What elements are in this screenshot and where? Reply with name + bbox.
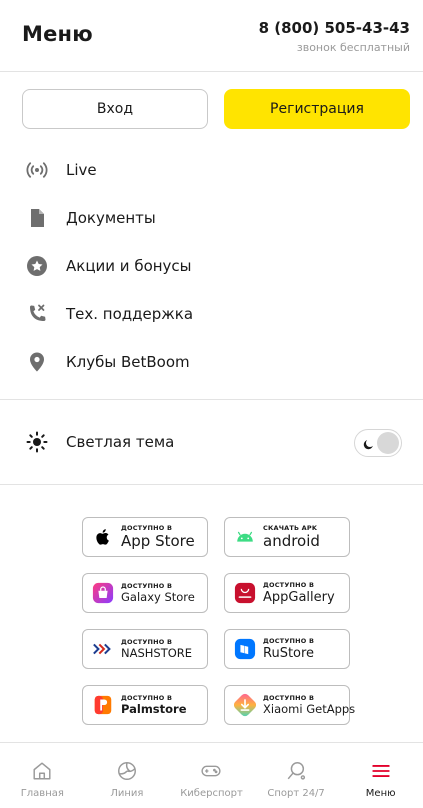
store-caption: ДОСТУПНО В — [263, 694, 315, 702]
rustore-icon — [234, 638, 256, 660]
nav-label: Главная — [20, 788, 64, 799]
store-caption: ДОСТУПНО В — [121, 524, 173, 533]
star-badge-icon — [25, 254, 49, 278]
menu-list: Live Документы Акции и бонусы Тех. подде… — [0, 146, 423, 386]
location-pin-icon — [25, 350, 49, 374]
menu-item-live[interactable]: Live — [0, 146, 423, 194]
menu-item-label: Акции и бонусы — [66, 257, 192, 275]
palmstore-badge[interactable]: ДОСТУПНО В Palmstore — [82, 685, 208, 725]
store-caption: ДОСТУПНО В — [121, 638, 173, 646]
store-name: Palmstore — [121, 701, 187, 716]
live-broadcast-icon — [25, 158, 49, 182]
xiaomi-getapps-badge[interactable]: ДОСТУПНО В Xiaomi GetApps — [224, 685, 355, 725]
store-caption: СКАЧАТЬ APK — [263, 524, 318, 533]
store-name: AppGallery — [263, 589, 335, 605]
menu-item-label: Тех. поддержка — [66, 305, 194, 323]
store-name: RuStore — [263, 645, 315, 661]
store-caption: ДОСТУПНО В — [121, 582, 173, 590]
divider — [0, 484, 423, 485]
home-icon — [31, 760, 53, 782]
store-name: App Store — [121, 531, 195, 550]
palmstore-icon — [92, 694, 114, 716]
menu-item-label: Документы — [66, 209, 156, 227]
register-button[interactable]: Регистрация — [224, 89, 410, 129]
galaxy-store-icon — [92, 582, 114, 604]
divider — [0, 399, 423, 400]
rustore-badge[interactable]: ДОСТУПНО В RuStore — [224, 629, 350, 669]
menu-header: Меню 8 (800) 505-43-43 звонок бесплатный — [0, 0, 423, 72]
store-caption: ДОСТУПНО В — [263, 637, 315, 646]
volleyball-icon — [116, 760, 138, 782]
menu-item-promotions[interactable]: Акции и бонусы — [0, 242, 423, 290]
nav-line[interactable]: Линия — [85, 743, 170, 808]
nav-label: Киберспорт — [180, 788, 243, 799]
menu-item-label: Live — [66, 161, 97, 179]
nav-esports[interactable]: Киберспорт — [169, 743, 254, 808]
hamburger-menu-icon — [370, 760, 392, 782]
nav-label: Линия — [110, 788, 144, 799]
ping-pong-icon — [285, 760, 307, 782]
bottom-navigation: Главная Линия Киберспорт Спорт 24/7 Меню — [0, 742, 423, 808]
xiaomi-getapps-icon — [234, 693, 256, 717]
appgallery-badge[interactable]: ДОСТУПНО В AppGallery — [224, 573, 350, 613]
nav-label: Спорт 24/7 — [267, 788, 325, 799]
sun-icon — [25, 430, 49, 454]
menu-item-label: Клубы BetBoom — [66, 353, 190, 371]
login-button[interactable]: Вход — [22, 89, 208, 129]
theme-row: Светлая тема — [0, 418, 423, 466]
store-caption: ДОСТУПНО В — [121, 694, 173, 702]
app-store-badge[interactable]: ДОСТУПНО В App Store — [82, 517, 208, 557]
phone-support-icon — [25, 302, 49, 326]
android-icon — [234, 526, 256, 548]
moon-icon — [362, 436, 375, 455]
page-title: Меню — [22, 22, 93, 46]
nashstore-icon — [92, 638, 114, 660]
nashstore-badge[interactable]: ДОСТУПНО В NASHSTORE — [82, 629, 208, 669]
toggle-knob — [377, 432, 399, 454]
store-name: NASHSTORE — [121, 645, 193, 660]
menu-item-documents[interactable]: Документы — [0, 194, 423, 242]
theme-label: Светлая тема — [66, 433, 175, 451]
store-name: Xiaomi GetApps — [263, 701, 356, 716]
apple-icon — [92, 526, 114, 548]
phone-note: звонок бесплатный — [296, 41, 410, 54]
app-store-badges: ДОСТУПНО В App Store СКАЧАТЬ APK android — [82, 517, 355, 725]
store-caption: ДОСТУПНО В — [263, 581, 315, 590]
document-icon — [25, 206, 49, 230]
menu-item-support[interactable]: Тех. поддержка — [0, 290, 423, 338]
menu-item-clubs[interactable]: Клубы BetBoom — [0, 338, 423, 386]
huawei-appgallery-icon — [234, 582, 256, 604]
auth-buttons: Вход Регистрация — [22, 89, 410, 129]
nav-home[interactable]: Главная — [0, 743, 85, 808]
support-phone-link[interactable]: 8 (800) 505-43-43 — [259, 19, 410, 37]
nav-menu[interactable]: Меню — [338, 743, 423, 808]
galaxy-store-badge[interactable]: ДОСТУПНО В Galaxy Store — [82, 573, 208, 613]
store-name: android — [263, 531, 320, 550]
nav-sport-24-7[interactable]: Спорт 24/7 — [254, 743, 339, 808]
nav-label: Меню — [365, 788, 396, 799]
gamepad-icon — [200, 760, 222, 782]
android-apk-badge[interactable]: СКАЧАТЬ APK android — [224, 517, 350, 557]
theme-toggle[interactable] — [354, 429, 402, 457]
store-name: Galaxy Store — [121, 589, 195, 604]
